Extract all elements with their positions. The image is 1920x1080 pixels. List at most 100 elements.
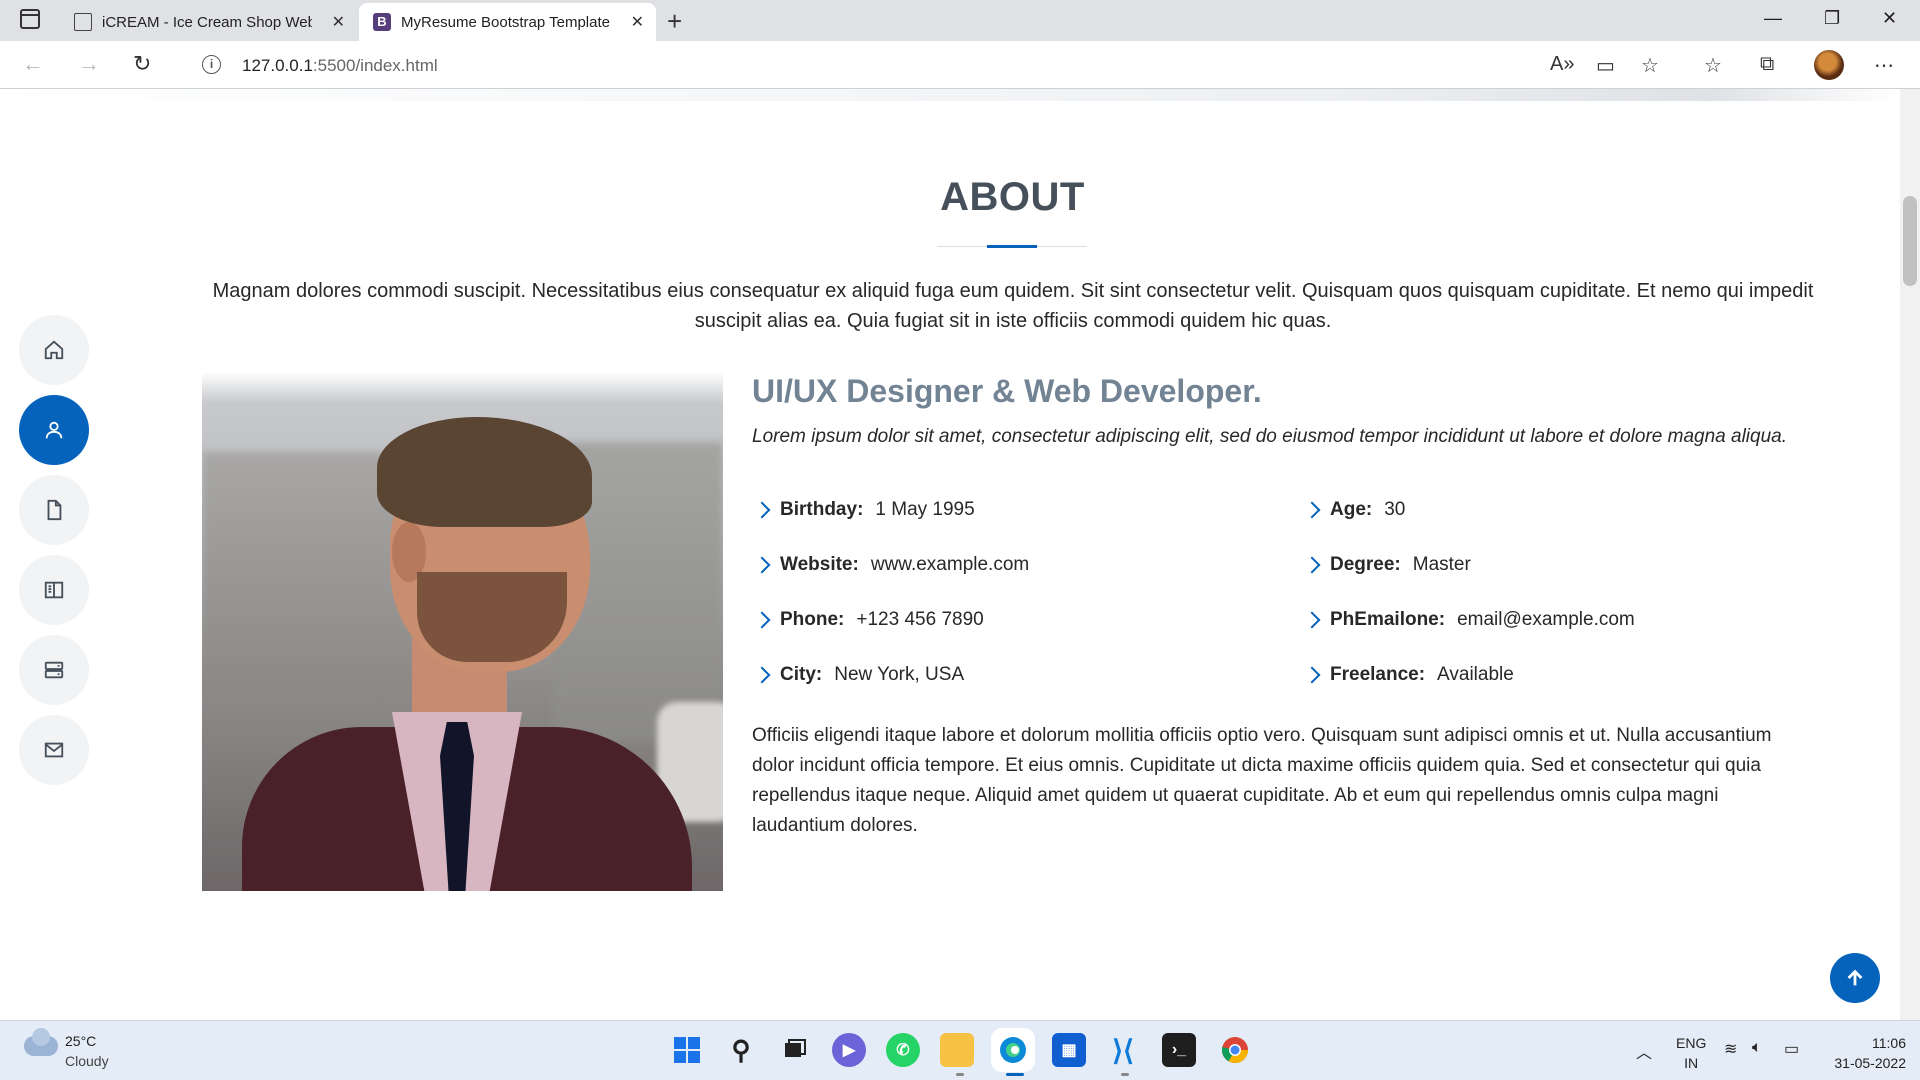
running-indicator [956, 1073, 964, 1076]
fact-label: City: [780, 664, 823, 685]
whatsapp-icon[interactable]: ✆ [886, 1033, 920, 1067]
close-icon[interactable]: ✕ [631, 12, 644, 32]
forward-icon[interactable]: → [78, 51, 100, 77]
read-aloud-icon[interactable]: A» [1550, 53, 1574, 76]
vertical-scrollbar[interactable] [1900, 89, 1920, 1020]
fact-label: Website: [780, 554, 859, 575]
section-title: ABOUT [940, 175, 1085, 219]
about-body: Officiis eligendi itaque labore et dolor… [752, 725, 1772, 836]
collections-icon[interactable]: ⧉ [1760, 53, 1774, 76]
nav-resume[interactable] [19, 475, 89, 545]
task-view-icon[interactable] [778, 1033, 812, 1067]
add-favorite-icon[interactable]: ☆ [1641, 53, 1659, 78]
weather-condition[interactable]: Cloudy [65, 1053, 109, 1069]
fact-item: Phone: +123 456 7890 [752, 609, 984, 631]
tab-icream[interactable]: iCREAM - Ice Cream Shop Website ✕ [60, 3, 357, 41]
fact-item: PhEmailone: email@example.com [1302, 609, 1635, 631]
fact-value: email@example.com [1457, 609, 1635, 630]
fact-item: Age: 30 [1302, 499, 1405, 521]
fact-value: Available [1437, 664, 1514, 685]
about-subtitle: UI/UX Designer & Web Developer. [752, 373, 1262, 409]
language-indicator[interactable]: ENG IN [1676, 1033, 1706, 1073]
nav-contact[interactable] [19, 715, 89, 785]
edge-browser-icon[interactable] [996, 1033, 1030, 1067]
file-explorer-icon[interactable] [940, 1033, 974, 1067]
tab-actions-icon[interactable] [20, 9, 40, 29]
chevron-right-icon [753, 611, 771, 629]
nav-home[interactable] [19, 315, 89, 385]
fact-item: City: New York, USA [752, 664, 964, 686]
restore-icon[interactable]: ❐ [1824, 8, 1840, 29]
clock-time: 11:06 [1872, 1035, 1906, 1051]
clock-date: 31-05-2022 [1834, 1055, 1906, 1071]
address-bar: ← → ↻ i 127.0.0.1:5500/index.html A» ▭ ☆… [0, 41, 1920, 89]
system-clock[interactable]: 11:06 31-05-2022 [1826, 1033, 1906, 1073]
minimize-icon[interactable]: — [1764, 8, 1782, 29]
fact-label: PhEmailone: [1330, 609, 1446, 630]
chevron-right-icon [1303, 501, 1321, 519]
wifi-icon[interactable]: ≋ [1724, 1039, 1737, 1059]
back-icon[interactable]: ← [22, 51, 44, 77]
title-accent-bar [987, 245, 1037, 248]
cloud-icon[interactable] [24, 1028, 58, 1056]
home-icon [44, 340, 64, 360]
previous-section-edge [0, 89, 1900, 101]
fact-label: Birthday: [780, 499, 864, 520]
chevron-right-icon [753, 556, 771, 574]
photo-hair [377, 417, 592, 527]
windows-start-icon[interactable] [670, 1033, 704, 1067]
chevron-right-icon [1303, 666, 1321, 684]
server-icon [44, 661, 64, 679]
tab-title: MyResume Bootstrap Template - [401, 13, 611, 31]
more-icon[interactable]: ⋯ [1874, 53, 1894, 78]
store-icon[interactable]: ▦ [1052, 1033, 1086, 1067]
info-icon[interactable]: i [202, 55, 221, 74]
language-code: ENG [1676, 1035, 1707, 1051]
back-to-top-button[interactable] [1830, 953, 1880, 1003]
fact-item: Website: www.example.com [752, 554, 1029, 576]
photo-beard [417, 572, 567, 662]
about-intro: Magnam dolores commodi suscipit. Necessi… [212, 280, 1814, 332]
new-tab-icon[interactable]: + [667, 6, 682, 37]
side-navigation [19, 315, 89, 795]
volume-icon[interactable]: 🔈︎ [1752, 1039, 1762, 1057]
favorites-icon[interactable]: ☆ [1704, 53, 1722, 78]
tab-strip: iCREAM - Ice Cream Shop Website ✕ B MyRe… [0, 0, 1920, 41]
fact-label: Phone: [780, 609, 845, 630]
fact-item: Freelance: Available [1302, 664, 1514, 686]
profile-avatar[interactable] [1814, 50, 1844, 80]
terminal-icon[interactable]: ›_ [1162, 1033, 1196, 1067]
chevron-right-icon [753, 666, 771, 684]
tab-title: iCREAM - Ice Cream Shop Website [102, 13, 312, 31]
about-lead: Lorem ipsum dolor sit amet, consectetur … [752, 426, 1788, 447]
nav-portfolio[interactable] [19, 555, 89, 625]
chat-icon[interactable]: ▶ [832, 1033, 866, 1067]
window-close-icon[interactable]: ✕ [1882, 8, 1897, 29]
nav-about[interactable] [19, 395, 89, 465]
reload-icon[interactable]: ↻ [133, 51, 151, 77]
fact-value: +123 456 7890 [856, 609, 984, 630]
url-input[interactable]: i 127.0.0.1:5500/index.html [180, 47, 1660, 83]
book-icon [44, 581, 64, 599]
nav-services[interactable] [19, 635, 89, 705]
chrome-icon[interactable] [1218, 1033, 1252, 1067]
fact-value: www.example.com [870, 554, 1030, 575]
immersive-reader-icon[interactable]: ▭ [1596, 53, 1615, 78]
vscode-icon[interactable]: ⟩⟨ [1106, 1033, 1140, 1067]
weather-temperature[interactable]: 25°C [65, 1033, 96, 1049]
region-code: IN [1684, 1055, 1699, 1071]
tab-myresume[interactable]: B MyResume Bootstrap Template - ✕ [359, 3, 656, 41]
arrow-up-icon [1847, 969, 1863, 986]
search-icon[interactable]: ⚲ [724, 1033, 758, 1067]
fact-label: Degree: [1330, 554, 1401, 575]
close-icon[interactable]: ✕ [332, 12, 345, 32]
taskbar: 25°C Cloudy ⚲ ▶ ✆ ▦ ⟩⟨ ›_ ︿ ENG IN ≋ 🔈︎ ▭… [0, 1020, 1920, 1080]
running-indicator [1121, 1073, 1129, 1076]
chevron-right-icon [1303, 611, 1321, 629]
fact-value: Master [1412, 554, 1471, 575]
chevron-right-icon [753, 501, 771, 519]
envelope-icon [44, 742, 64, 758]
chevron-up-icon[interactable]: ︿ [1636, 1039, 1652, 1063]
fact-item: Birthday: 1 May 1995 [752, 499, 975, 521]
battery-icon[interactable]: ▭ [1784, 1039, 1799, 1059]
